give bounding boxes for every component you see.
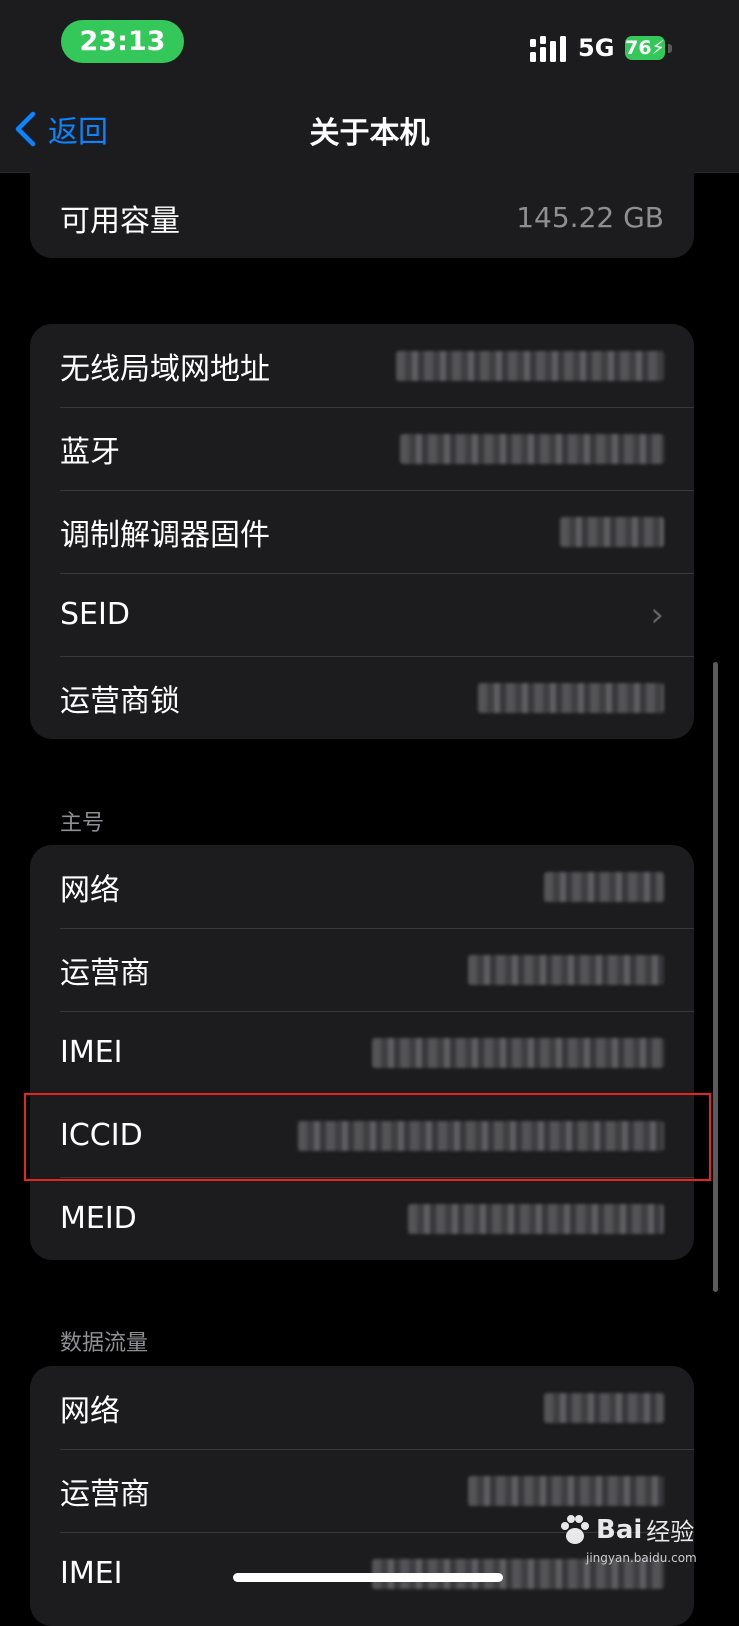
row-label: MEID xyxy=(60,1201,137,1236)
row-label: 运营商锁 xyxy=(60,683,180,719)
cellular-signal-icon xyxy=(530,36,566,62)
redacted-value xyxy=(400,433,664,464)
list-row-network[interactable]: 网络 xyxy=(30,845,694,928)
watermark-url: jingyan.baidu.com xyxy=(586,1551,697,1565)
navigation-bar: 23:13 5G 76⚡ 返回 关于本机 xyxy=(0,0,739,172)
list-row-available-capacity[interactable]: 可用容量 145.22 GB xyxy=(30,176,694,258)
device-ids-group: 无线局域网地址 蓝牙 调制解调器固件 SEID › 运营商锁 xyxy=(30,324,694,739)
battery-level: 76 xyxy=(625,37,652,59)
scrollbar[interactable] xyxy=(713,662,718,1292)
status-time: 23:13 xyxy=(61,20,184,63)
redacted-value xyxy=(560,516,664,547)
row-value: 145.22 GB xyxy=(516,201,664,234)
row-label: 网络 xyxy=(60,872,120,908)
list-row-carrier[interactable]: 运营商 xyxy=(30,928,694,1011)
row-label: 运营商 xyxy=(60,1476,150,1512)
list-row-modem-firmware[interactable]: 调制解调器固件 xyxy=(30,490,694,573)
chevron-right-icon: › xyxy=(650,594,664,635)
redacted-value xyxy=(544,871,664,902)
list-row-data-network[interactable]: 网络 xyxy=(30,1366,694,1449)
list-row-carrier-lock[interactable]: 运营商锁 xyxy=(30,656,694,739)
redacted-value xyxy=(468,1475,664,1506)
watermark: Bai 经验 xyxy=(558,1512,694,1547)
watermark-brand-suffix: 经验 xyxy=(646,1518,695,1546)
redacted-value xyxy=(396,350,664,381)
network-type: 5G xyxy=(578,34,615,62)
redacted-value xyxy=(544,1392,664,1423)
paw-logo-icon xyxy=(561,1514,589,1544)
page-title: 关于本机 xyxy=(309,116,430,151)
row-label: 运营商 xyxy=(60,955,150,991)
row-label: 蓝牙 xyxy=(60,434,120,470)
redacted-value xyxy=(468,954,664,985)
list-row-seid[interactable]: SEID › xyxy=(30,573,694,656)
watermark-brand: Bai xyxy=(596,1514,643,1545)
row-label: 调制解调器固件 xyxy=(60,517,270,553)
list-row-bluetooth[interactable]: 蓝牙 xyxy=(30,407,694,490)
section-header-data: 数据流量 xyxy=(60,1331,149,1356)
battery-nub xyxy=(668,44,672,53)
redacted-value xyxy=(478,682,664,713)
redacted-value xyxy=(408,1203,664,1234)
list-row-wifi-address[interactable]: 无线局域网地址 xyxy=(30,324,694,407)
row-label: 无线局域网地址 xyxy=(60,351,270,387)
primary-line-group: 网络 运营商 IMEI ICCID MEID xyxy=(30,845,694,1260)
list-row-meid[interactable]: MEID xyxy=(30,1177,694,1260)
row-label: 可用容量 xyxy=(60,203,180,239)
home-indicator[interactable] xyxy=(233,1573,503,1582)
section-header-primary: 主号 xyxy=(60,811,105,836)
iccid-highlight-box xyxy=(24,1093,711,1181)
list-row-imei[interactable]: IMEI xyxy=(30,1011,694,1094)
battery-icon: 76⚡ xyxy=(625,36,665,60)
redacted-value xyxy=(372,1037,664,1068)
row-label: SEID xyxy=(60,597,130,632)
data-line-group: 网络 运营商 IMEI xyxy=(30,1366,694,1626)
row-label: 网络 xyxy=(60,1393,120,1429)
row-label: IMEI xyxy=(60,1556,123,1591)
row-label: IMEI xyxy=(60,1035,123,1070)
